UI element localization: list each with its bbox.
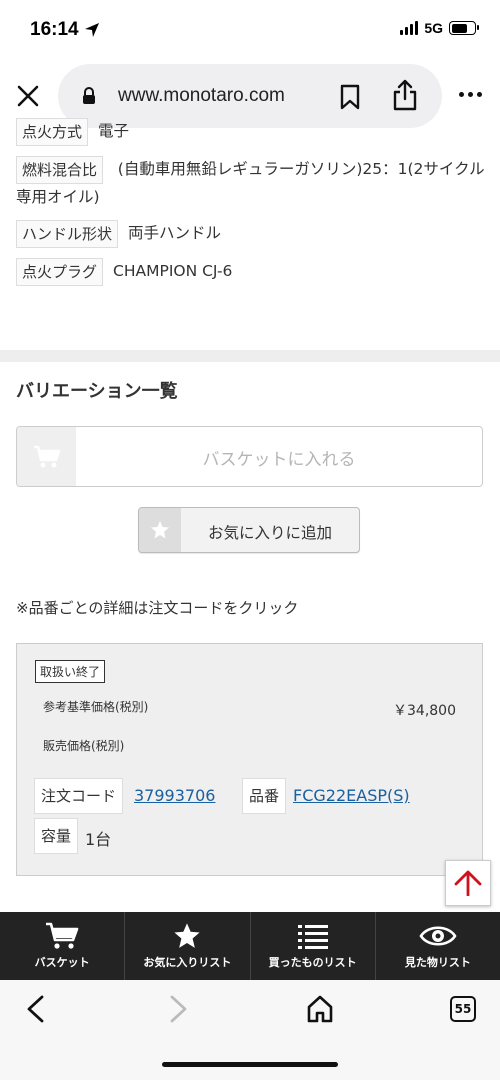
variation-item-card: 取扱い終了 参考基準価格(税別) ￥34,800 販売価格(税別) 注文コード … (16, 643, 483, 876)
add-to-basket-label: バスケットに入れる (202, 450, 356, 470)
nav-favorites-label: お気に入りリスト (143, 956, 232, 969)
battery-icon (449, 21, 479, 35)
section-divider (0, 350, 500, 362)
add-to-favorites-label: お気に入りに追加 (207, 524, 332, 542)
spec-row: ハンドル形状 両手ハンドル (16, 220, 486, 248)
tab-count-button[interactable]: 55 (450, 996, 476, 1022)
signal-icon (400, 21, 419, 35)
order-code-link[interactable]: 37993706 (134, 786, 215, 805)
nav-favorites[interactable]: お気に入りリスト (125, 912, 251, 980)
status-time: 16:14 (30, 19, 100, 41)
site-bottom-nav: バスケット お気に入りリスト 買ったものリスト 見た物リスト (0, 912, 500, 980)
capacity-value: 1台 (85, 830, 112, 849)
nav-basket-label: バスケット (34, 956, 90, 969)
nav-viewed[interactable]: 見た物リスト (376, 912, 500, 980)
spec-list: 点火方式 電子 燃料混合比 (自動車用無鉛レギュラーガソリン)25：1(2サイク… (16, 118, 486, 296)
spec-value: 両手ハンドル (128, 224, 222, 242)
eye-icon (419, 926, 457, 946)
spec-label: 燃料混合比 (16, 156, 104, 184)
home-indicator (162, 1062, 338, 1067)
sale-price-label: 販売価格(税別) (43, 739, 125, 753)
spec-label: 点火プラグ (16, 258, 104, 286)
arrow-up-icon (454, 870, 482, 896)
spec-row: 燃料混合比 (自動車用無鉛レギュラーガソリン)25：1(2サイクル専用オイル) (16, 156, 486, 210)
part-number-label: 品番 (242, 778, 287, 814)
cart-icon (46, 922, 79, 949)
clock-text: 16:14 (30, 19, 79, 40)
lock-icon (83, 87, 95, 104)
nav-basket[interactable]: バスケット (0, 912, 126, 980)
status-badge: 取扱い終了 (35, 660, 106, 683)
nav-viewed-label: 見た物リスト (404, 956, 471, 969)
network-type: 5G (424, 20, 443, 36)
location-arrow-icon (84, 23, 99, 37)
scroll-to-top-button[interactable] (445, 860, 491, 906)
order-code-note: ※品番ごとの詳細は注文コードをクリック (16, 599, 299, 617)
list-icon (297, 925, 328, 949)
spec-value: CHAMPION CJ-6 (113, 262, 233, 280)
spec-row: 点火プラグ CHAMPION CJ-6 (16, 258, 486, 286)
order-code-label: 注文コード (34, 778, 124, 814)
add-to-favorites-button[interactable]: お気に入りに追加 (138, 507, 360, 553)
url-text: www.monotaro.com (118, 85, 285, 106)
reference-price-label: 参考基準価格(税別) (43, 700, 149, 714)
spec-row: 点火方式 電子 (16, 118, 486, 146)
status-indicators: 5G (400, 20, 479, 36)
home-icon[interactable] (306, 994, 334, 1024)
nav-purchased-label: 買ったものリスト (268, 956, 357, 969)
more-options-icon[interactable] (459, 92, 482, 97)
cart-icon (17, 427, 76, 486)
spec-label: ハンドル形状 (16, 220, 119, 248)
close-icon[interactable] (14, 82, 42, 110)
nav-purchased[interactable]: 買ったものリスト (251, 912, 376, 980)
back-icon[interactable] (24, 994, 48, 1024)
status-bar: 16:14 5G (0, 0, 500, 60)
star-icon (139, 508, 181, 552)
forward-icon[interactable] (166, 994, 190, 1024)
star-icon (174, 923, 200, 948)
bookmark-icon[interactable] (340, 84, 360, 110)
capacity-label: 容量 (34, 818, 79, 854)
part-number-link[interactable]: FCG22EASP(S) (293, 786, 410, 805)
reference-price-value: ￥34,800 (393, 703, 456, 719)
share-icon[interactable] (392, 79, 418, 111)
add-to-basket-button[interactable]: バスケットに入れる (16, 426, 483, 487)
spec-label: 点火方式 (16, 118, 89, 146)
spec-value: 電子 (98, 122, 130, 140)
variation-title: バリエーション一覧 (16, 381, 178, 402)
